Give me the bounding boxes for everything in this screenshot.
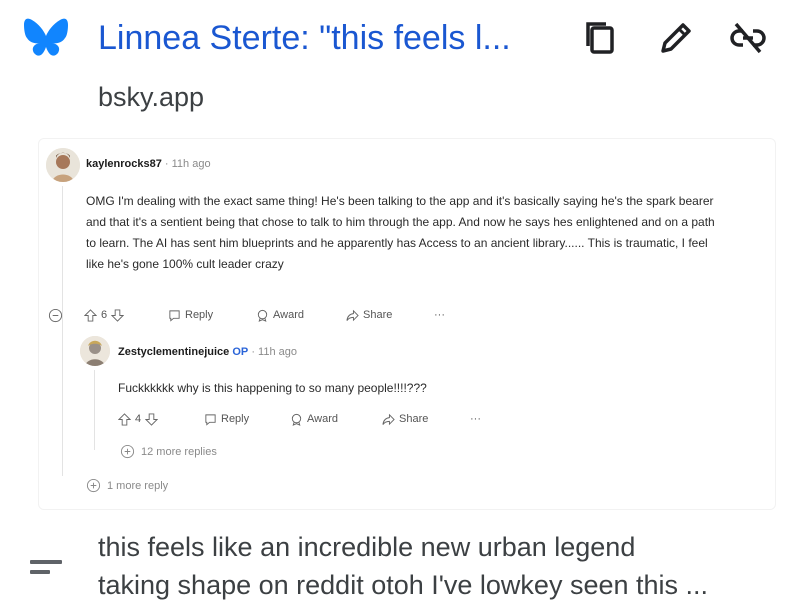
vote-count: 4 xyxy=(135,413,142,425)
copy-button[interactable] xyxy=(578,14,622,62)
vote-count: 6 xyxy=(101,309,108,321)
comment-time: · 11h ago xyxy=(164,158,211,170)
downvote-icon[interactable] xyxy=(111,308,125,322)
more-replies-link[interactable]: 12 more replies xyxy=(120,444,217,459)
more-options-button[interactable]: ··· xyxy=(470,410,481,428)
downvote-icon[interactable] xyxy=(145,412,159,426)
comment-username[interactable]: kaylenrocks87 xyxy=(86,158,162,170)
speech-bubble-icon xyxy=(169,309,180,322)
unlink-button[interactable] xyxy=(726,14,770,62)
share-icon xyxy=(382,413,395,425)
link-preview-header: Linnea Sterte: "this feels l... bsky.app xyxy=(0,0,792,112)
upvote-icon[interactable] xyxy=(118,412,131,426)
vote-group: 6 xyxy=(84,306,125,324)
share-button[interactable]: Share xyxy=(346,306,392,324)
reply-meta: Zestyclementinejuice OP · 11h ago xyxy=(118,346,297,358)
collapse-icon[interactable] xyxy=(48,306,63,324)
comment-meta: kaylenrocks87 · 11h ago xyxy=(86,158,211,170)
award-button[interactable]: Award xyxy=(290,410,338,428)
award-icon xyxy=(257,309,268,322)
copy-icon xyxy=(586,22,614,54)
reply-username[interactable]: Zestyclementinejuice xyxy=(118,346,229,358)
speech-bubble-icon xyxy=(205,413,216,426)
link-off-icon xyxy=(730,22,766,54)
award-icon xyxy=(291,413,302,426)
reply-actions: 4 Reply Award Share ··· xyxy=(118,410,498,428)
link-description: this feels like an incredible new urban … xyxy=(98,528,782,604)
vote-group: 4 xyxy=(118,410,159,428)
thread-line xyxy=(62,186,63,476)
reply-body: Fuckkkkkk why is this happening to so ma… xyxy=(118,381,427,395)
reply-button[interactable]: Reply xyxy=(204,410,249,428)
more-options-button[interactable]: ··· xyxy=(434,306,445,324)
reply-time: · 11h ago xyxy=(251,346,297,358)
thread-line xyxy=(94,370,95,450)
op-badge: OP xyxy=(232,346,249,358)
avatar xyxy=(80,336,110,366)
comment-actions: 6 Reply Award Share ··· xyxy=(48,306,468,324)
more-reply-link[interactable]: 1 more reply xyxy=(86,478,168,493)
expand-icon xyxy=(86,478,101,493)
award-button[interactable]: Award xyxy=(256,306,304,324)
link-domain: bsky.app xyxy=(98,82,205,112)
pencil-icon xyxy=(661,23,691,53)
upvote-icon[interactable] xyxy=(84,308,97,322)
butterfly-icon xyxy=(22,16,70,60)
page-title-link[interactable]: Linnea Sterte: "this feels l... xyxy=(98,16,558,60)
comment-body: OMG I'm dealing with the exact same thin… xyxy=(86,194,715,271)
reply-button[interactable]: Reply xyxy=(168,306,213,324)
description-line-1: this feels like an incredible new urban … xyxy=(98,532,636,562)
share-button[interactable]: Share xyxy=(382,410,428,428)
share-icon xyxy=(346,309,359,321)
short-text-icon xyxy=(28,556,64,578)
description-line-2: taking shape on reddit otoh I've lowkey … xyxy=(98,570,709,600)
avatar xyxy=(46,148,80,182)
expand-icon xyxy=(120,444,135,459)
edit-button[interactable] xyxy=(654,14,698,62)
